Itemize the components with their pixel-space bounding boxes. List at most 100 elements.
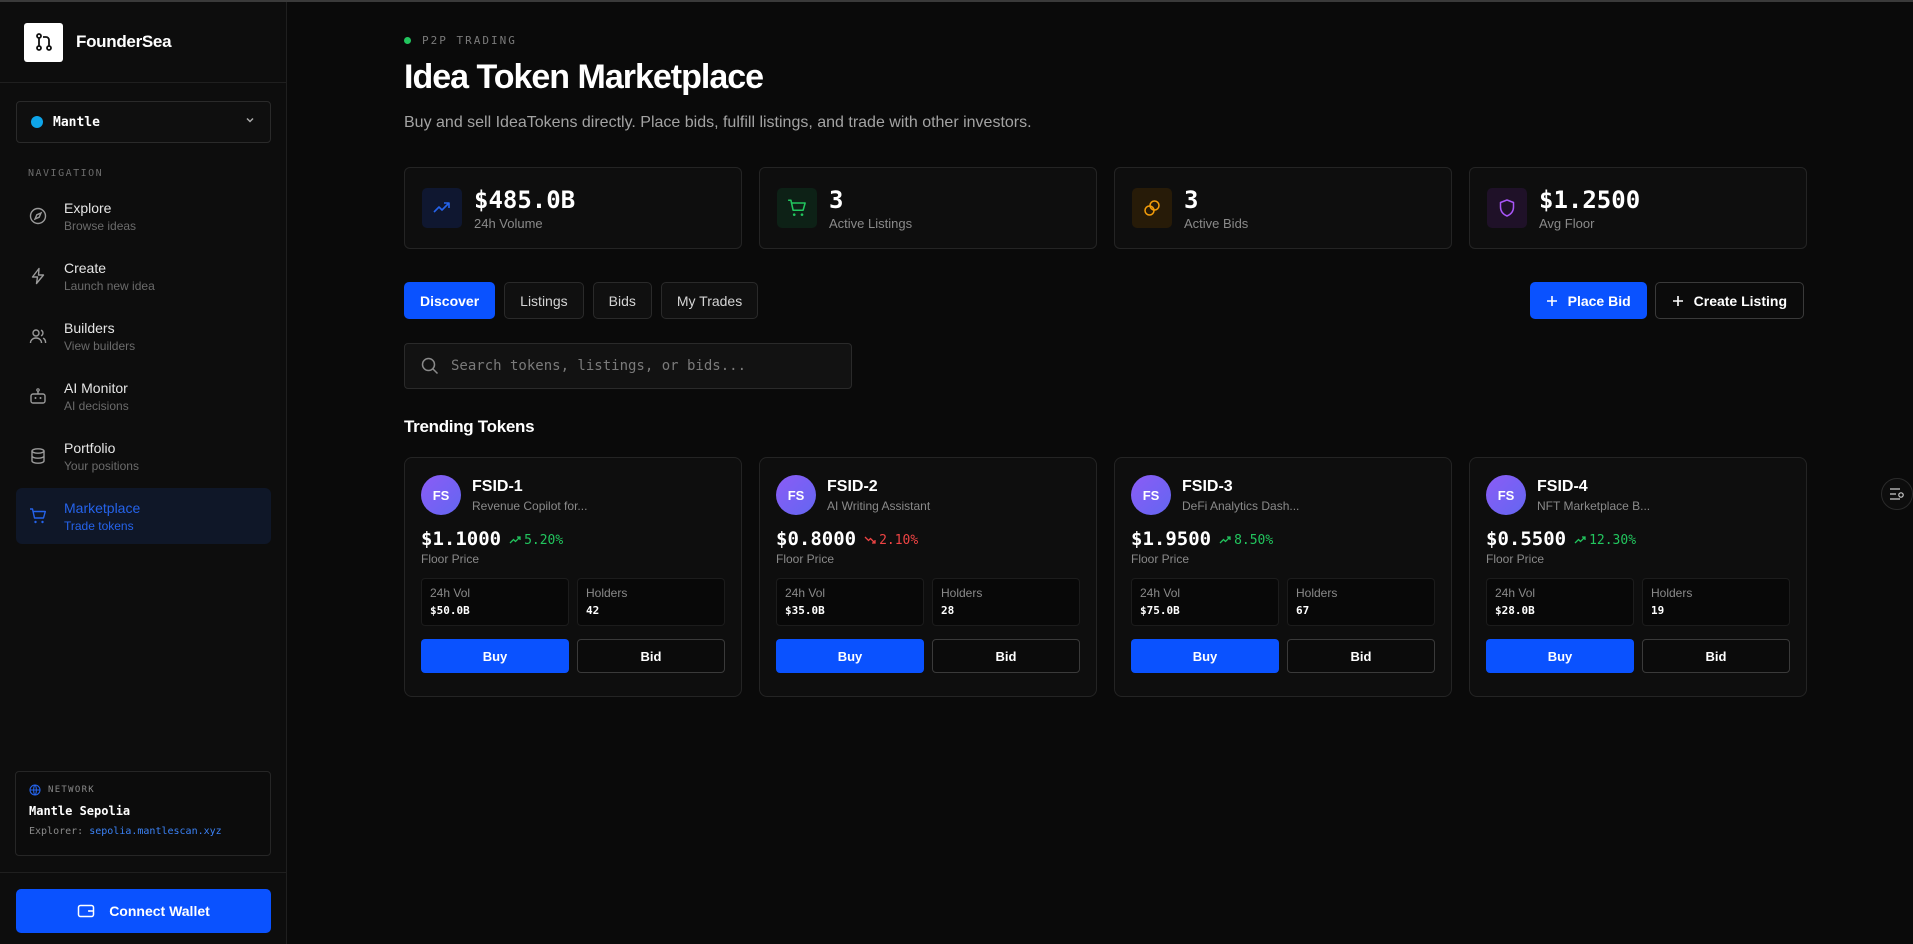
explorer-label: Explorer: <box>29 826 84 837</box>
stat-card-floor: $1.2500 Avg Floor <box>1469 167 1807 249</box>
metric-value: 42 <box>586 604 600 617</box>
stat-value: $1.2500 <box>1539 185 1641 214</box>
brand[interactable]: FounderSea <box>0 2 286 83</box>
stat-label: 24h Volume <box>474 215 543 231</box>
sidebar-item-label: Portfolio <box>64 439 116 456</box>
sidebar-item-create[interactable]: Create Launch new idea <box>16 248 271 304</box>
tab-discover[interactable]: Discover <box>404 282 496 319</box>
holders-metric: Holders 67 <box>1287 578 1435 626</box>
token-price: $1.1000 <box>421 528 502 550</box>
create-listing-button[interactable]: Create Listing <box>1654 282 1804 319</box>
connect-wallet-button[interactable]: Connect Wallet <box>16 889 271 933</box>
token-price: $0.8000 <box>776 528 857 550</box>
metric-label: 24h Vol <box>430 586 471 600</box>
tab-listings[interactable]: Listings <box>504 282 584 319</box>
sidebar-item-label: Create <box>64 259 107 276</box>
place-bid-button[interactable]: Place Bid <box>1529 282 1647 319</box>
metric-label: Holders <box>1651 586 1693 600</box>
metric-value: 28 <box>941 604 955 617</box>
bid-button[interactable]: Bid <box>1287 639 1435 673</box>
token-symbol: FSID-3 <box>1182 477 1233 495</box>
metric-value: 19 <box>1651 604 1665 617</box>
page-title: Idea Token Marketplace <box>404 58 764 96</box>
bid-button[interactable]: Bid <box>932 639 1080 673</box>
network-info: NETWORK Mantle Sepolia Explorer: sepolia… <box>15 771 271 856</box>
globe-icon <box>29 784 41 796</box>
network-title: NETWORK <box>48 785 96 795</box>
eyebrow-text: P2P TRADING <box>422 34 517 47</box>
buy-button[interactable]: Buy <box>776 639 924 673</box>
page-eyebrow: P2P TRADING <box>404 34 517 47</box>
metric-value: $35.0B <box>785 604 825 617</box>
price-change: 5.20% <box>524 532 564 548</box>
chain-selector[interactable]: Mantle <box>16 101 271 143</box>
buy-button[interactable]: Buy <box>421 639 569 673</box>
sidebar-item-portfolio[interactable]: Portfolio Your positions <box>16 428 271 484</box>
bid-button[interactable]: Bid <box>1642 639 1790 673</box>
stat-label: Active Bids <box>1184 215 1249 231</box>
token-card[interactable]: FS FSID-2 AI Writing Assistant $0.8000 2… <box>759 457 1097 697</box>
compass-icon <box>28 206 48 226</box>
buy-button[interactable]: Buy <box>1486 639 1634 673</box>
search-icon <box>421 357 439 375</box>
token-name: NFT Marketplace B... <box>1537 498 1651 513</box>
volume-metric: 24h Vol $75.0B <box>1131 578 1279 626</box>
chain-selector-value: Mantle <box>53 114 100 130</box>
volume-metric: 24h Vol $28.0B <box>1486 578 1634 626</box>
sidebar-item-label: Marketplace <box>64 499 141 516</box>
trend-up-icon <box>1219 536 1231 544</box>
volume-metric: 24h Vol $50.0B <box>421 578 569 626</box>
tab-bids[interactable]: Bids <box>592 282 652 319</box>
stat-label: Avg Floor <box>1539 215 1595 231</box>
coins-icon <box>1132 188 1172 228</box>
buy-button[interactable]: Buy <box>1131 639 1279 673</box>
sidebar-nav: Explore Browse ideas Create Launch new i… <box>16 188 271 548</box>
holders-metric: Holders 19 <box>1642 578 1790 626</box>
sidebar-item-marketplace[interactable]: Marketplace Trade tokens <box>16 488 271 544</box>
token-avatar: FS <box>1486 475 1526 515</box>
search-input[interactable] <box>451 358 831 374</box>
database-icon <box>28 446 48 466</box>
robot-icon <box>28 386 48 406</box>
holders-metric: Holders 42 <box>577 578 725 626</box>
stat-value: $485.0B <box>474 185 576 214</box>
sidebar-item-label: Builders <box>64 319 115 336</box>
marketplace-tabs: Discover Listings Bids My Trades <box>404 282 759 319</box>
sidebar-item-ai-monitor[interactable]: AI Monitor AI decisions <box>16 368 271 424</box>
trend-up-icon <box>509 536 521 544</box>
metric-label: Holders <box>1296 586 1338 600</box>
floor-price-label: Floor Price <box>1486 552 1545 566</box>
stat-label: Active Listings <box>829 215 913 231</box>
token-symbol: FSID-2 <box>827 477 878 495</box>
sidebar-item-subtitle: Browse ideas <box>64 218 137 233</box>
token-name: Revenue Copilot for... <box>472 498 588 513</box>
token-name: DeFi Analytics Dash... <box>1182 498 1300 513</box>
tab-my-trades[interactable]: My Trades <box>660 282 759 319</box>
users-icon <box>28 326 48 346</box>
token-card[interactable]: FS FSID-1 Revenue Copilot for... $1.1000… <box>404 457 742 697</box>
metric-label: Holders <box>586 586 628 600</box>
plus-icon <box>1672 295 1683 306</box>
wallet-icon <box>77 904 95 918</box>
sidebar-item-builders[interactable]: Builders View builders <box>16 308 271 364</box>
place-bid-label: Place Bid <box>1567 292 1631 309</box>
trend-up-icon <box>422 188 462 228</box>
metric-label: Holders <box>941 586 983 600</box>
stat-value: 3 <box>1184 185 1199 214</box>
explorer-link[interactable]: sepolia.mantlescan.xyz <box>89 826 221 837</box>
floating-toggle-button[interactable] <box>1881 478 1913 510</box>
sidebar-item-subtitle: AI decisions <box>64 398 129 413</box>
stat-value: 3 <box>829 185 844 214</box>
logo-icon <box>24 22 63 62</box>
sidebar-item-explore[interactable]: Explore Browse ideas <box>16 188 271 244</box>
bid-button[interactable]: Bid <box>577 639 725 673</box>
token-card[interactable]: FS FSID-3 DeFi Analytics Dash... $1.9500… <box>1114 457 1452 697</box>
metric-label: 24h Vol <box>1495 586 1536 600</box>
token-card[interactable]: FS FSID-4 NFT Marketplace B... $0.5500 1… <box>1469 457 1807 697</box>
search-box <box>404 343 852 389</box>
token-avatar: FS <box>1131 475 1171 515</box>
token-avatar: FS <box>776 475 816 515</box>
stat-card-bids: 3 Active Bids <box>1114 167 1452 249</box>
sidebar-item-subtitle: View builders <box>64 338 136 353</box>
divider <box>0 872 287 873</box>
